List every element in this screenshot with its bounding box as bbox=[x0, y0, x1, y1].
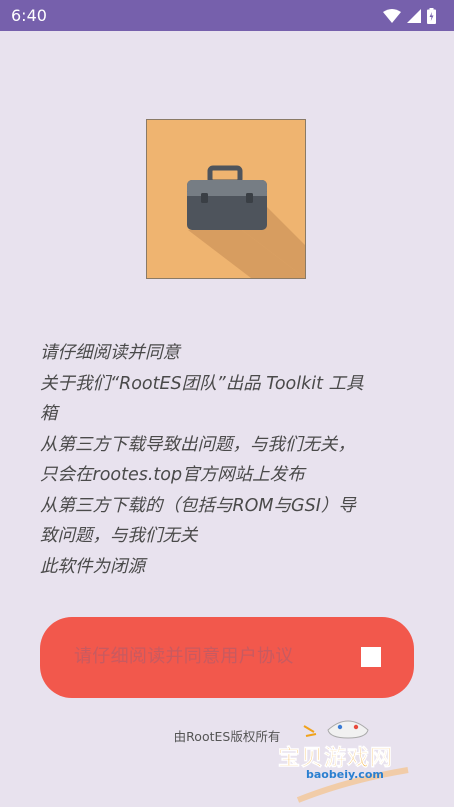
agreement-line: 只会在rootes.top官方网站上发布 bbox=[40, 465, 305, 485]
watermark-url: baobeiy.com bbox=[306, 768, 384, 781]
status-icons bbox=[383, 6, 436, 26]
toolbox-icon bbox=[187, 165, 305, 278]
agreement-line: 关于我们“RootES团队”出品 Toolkit 工具 bbox=[40, 373, 364, 394]
copyright-footer: 由RootES版权所有 bbox=[173, 729, 281, 744]
agreement-line: 从第三方下载导致出问题，与我们无关， bbox=[40, 434, 355, 455]
agree-checkbox[interactable] bbox=[361, 647, 381, 667]
agree-button[interactable]: 请仔细阅读并同意用户协议 bbox=[40, 617, 414, 698]
agreement-line: 箱 bbox=[40, 404, 58, 424]
agreement-text: 请仔细阅读并同意 关于我们“RootES团队”出品 Toolkit 工具 箱 从… bbox=[40, 338, 412, 582]
agreement-line: 致问题，与我们无关 bbox=[40, 526, 198, 546]
status-bar: 6:40 bbox=[0, 0, 454, 31]
wifi-icon bbox=[383, 9, 401, 23]
battery-charging-icon bbox=[427, 8, 436, 24]
watermark-logo: 宝贝游戏网 baobeiy.com bbox=[268, 710, 428, 807]
agree-button-label: 请仔细阅读并同意用户协议 bbox=[74, 646, 294, 667]
agreement-line: 请仔细阅读并同意 bbox=[40, 343, 180, 363]
cell-signal-icon bbox=[407, 9, 421, 23]
status-time: 6:40 bbox=[11, 6, 47, 25]
agreement-line: 此软件为闭源 bbox=[40, 556, 145, 577]
app-icon bbox=[146, 119, 306, 279]
agreement-line: 从第三方下载的（包括与ROM与GSI）导 bbox=[40, 495, 356, 516]
gamepad-icon bbox=[296, 720, 409, 803]
